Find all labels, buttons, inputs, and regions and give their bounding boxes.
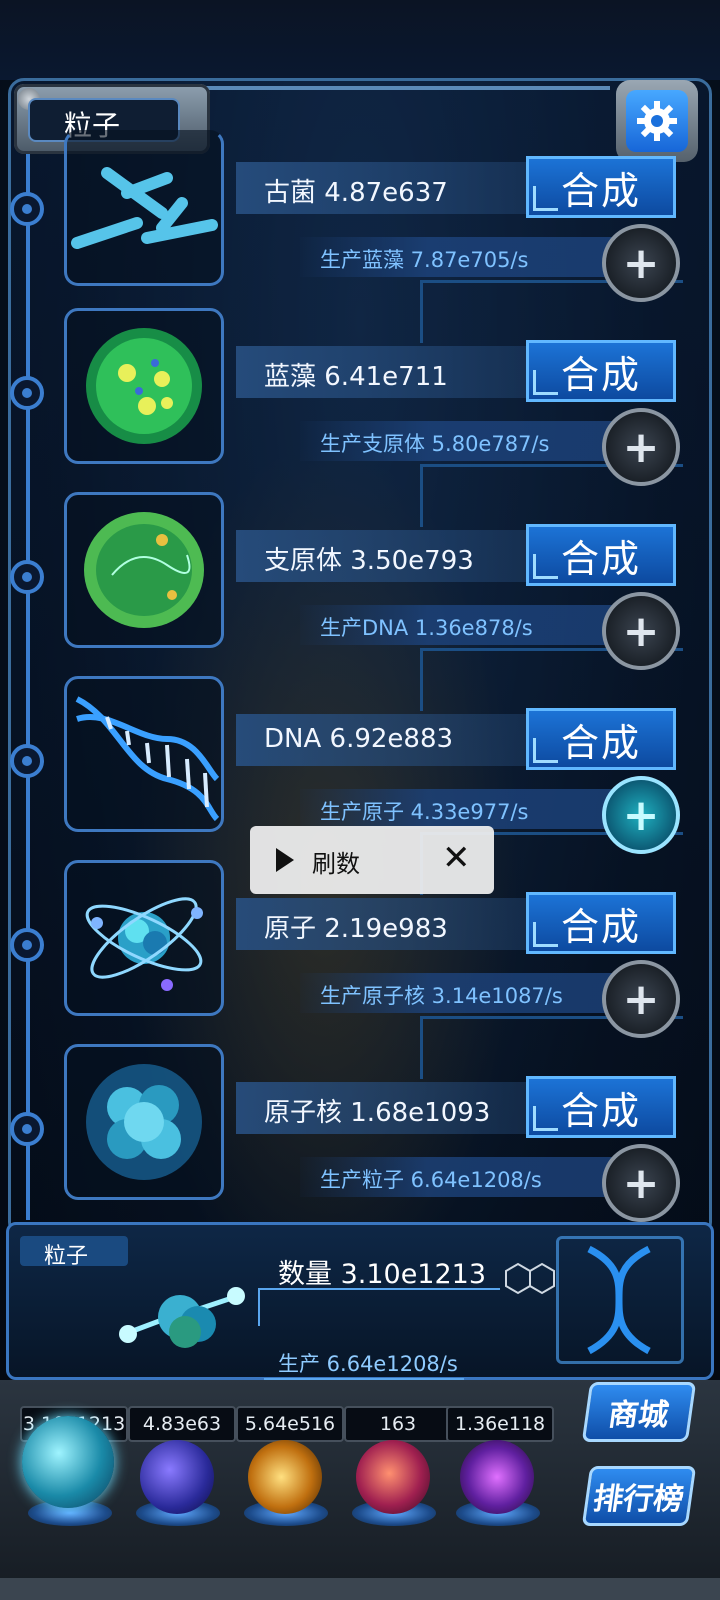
rail-node [10,744,44,778]
vortex-orb-icon[interactable] [460,1440,534,1514]
row-name: 支原体 3.50e793 [264,546,474,576]
refresh-popup: 刷数 ✕ [250,826,494,894]
plus-button[interactable]: + [602,224,680,302]
resource-value-energy: 4.83e63 [128,1406,236,1442]
brain-orb-icon[interactable] [356,1440,430,1514]
side-rail [26,150,30,1220]
popup-label[interactable]: 刷数 [312,844,360,879]
particle-count: 数量 3.10e1213 [278,1259,487,1290]
row-name: DNA 6.92e883 [264,724,454,754]
particle-tag-label: 粒子 [44,1244,89,1269]
rail-node [10,192,44,226]
row-production: 生产支原体 5.80e787/s [320,432,550,456]
row-name: 原子核 1.68e1093 [264,1098,491,1128]
resource-value-vortex: 1.36e118 [446,1406,554,1442]
row-thumb [64,492,224,648]
row-production: 生产原子核 3.14e1087/s [320,984,563,1008]
tray-edge [0,1578,720,1600]
shop-button[interactable]: 商城 [581,1382,697,1442]
frame-top-edge [180,86,610,100]
row-thumb [64,1044,224,1200]
resource-value-brain: 163 [344,1406,452,1442]
rail-node [10,1112,44,1146]
rail-node [10,928,44,962]
settings-button[interactable] [626,90,688,152]
row-name: 蓝藻 6.41e711 [264,362,448,392]
plus-button[interactable]: + [602,960,680,1038]
particle-icon [119,1287,245,1348]
gear-icon [637,101,677,141]
plus-button[interactable]: + [602,592,680,670]
plus-button-active[interactable]: + [602,776,680,854]
particle-orb-icon[interactable] [22,1416,114,1508]
synthesize-button[interactable]: 合成 [526,708,676,770]
mycoplasma-icon [84,512,204,628]
row-name: 原子 2.19e983 [264,914,448,944]
row-thumb [64,130,224,286]
row-thumb [64,860,224,1016]
cyanobacteria-icon [86,328,202,444]
synthesize-button[interactable]: 合成 [526,1076,676,1138]
space-background [0,0,720,80]
row-name: 古菌 4.87e637 [264,178,448,208]
synthesize-button[interactable]: 合成 [526,156,676,218]
particle-rate: 生产 6.64e1208/s [278,1352,458,1376]
row-thumb [64,308,224,464]
row-production: 生产DNA 1.36e878/s [320,616,533,640]
row-production: 生产粒子 6.64e1208/s [320,1168,542,1192]
atom-icon [85,897,203,991]
plus-button[interactable]: + [602,408,680,486]
panel-connector [258,1288,500,1326]
plus-icon: + [622,421,660,473]
plus-icon: + [622,237,660,289]
synthesize-button[interactable]: 合成 [526,524,676,586]
close-icon[interactable]: ✕ [442,838,471,878]
dna-icon [75,696,220,822]
star-orb-icon[interactable] [248,1440,322,1514]
resource-value-star: 5.64e516 [236,1406,344,1442]
row-thumb [64,676,224,832]
row-production: 生产原子 4.33e977/s [320,800,529,824]
row-production: 生产蓝藻 7.87e705/s [320,248,529,272]
plus-icon: + [622,973,660,1025]
synthesize-button[interactable]: 合成 [526,340,676,402]
nucleus-icon [86,1064,202,1180]
plus-icon: + [622,1157,660,1209]
synthesize-button[interactable]: 合成 [526,892,676,954]
leaderboard-button[interactable]: 排行榜 [581,1466,697,1526]
dna-icon [587,1245,651,1355]
archaea-icon [71,167,218,249]
lightning-orb-icon[interactable] [140,1440,214,1514]
plus-icon: + [622,789,660,841]
rail-node [10,560,44,594]
dna-frame [556,1236,684,1364]
plus-icon: + [622,605,660,657]
rail-node [10,376,44,410]
plus-button[interactable]: + [602,1144,680,1222]
play-icon[interactable] [276,848,294,872]
